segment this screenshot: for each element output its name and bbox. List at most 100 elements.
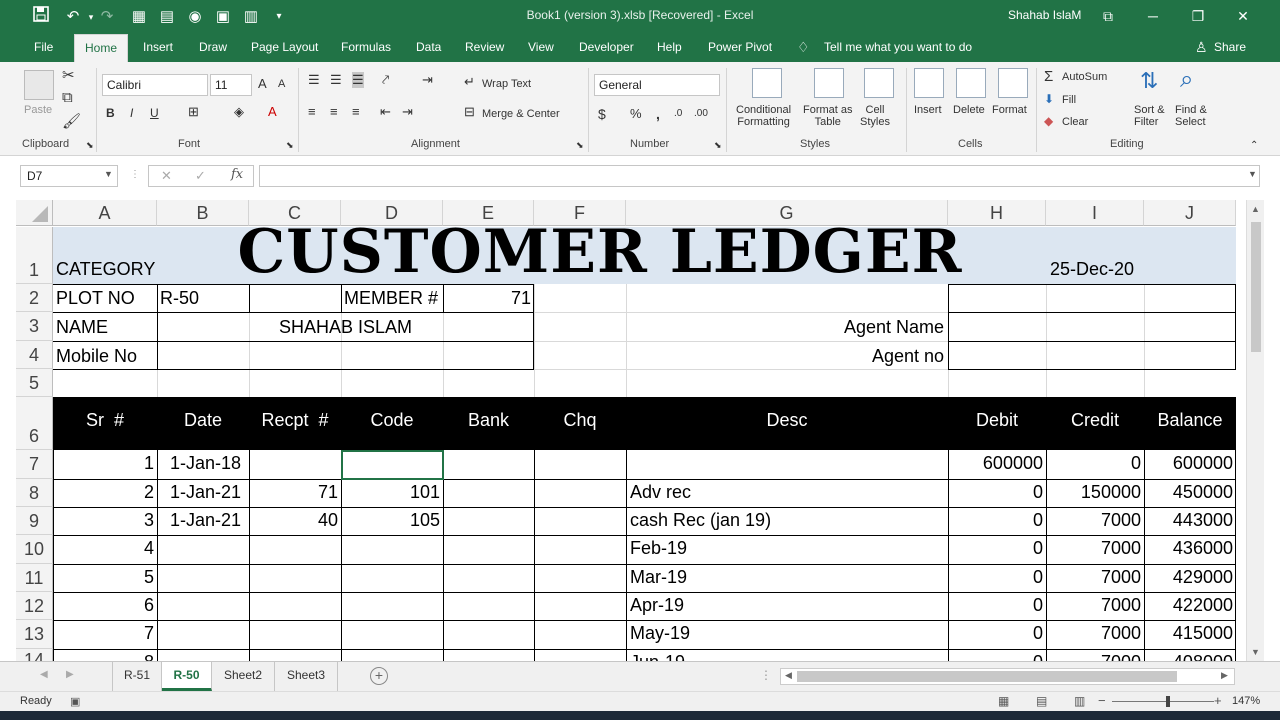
insert-cells-button[interactable]: Insert (914, 104, 942, 116)
borders-icon[interactable]: ⊞ (188, 104, 199, 120)
row-header-5[interactable]: 5 (16, 369, 53, 397)
bold-icon[interactable]: B (106, 106, 115, 120)
merge-center-button[interactable]: Merge & Center (482, 108, 560, 120)
ledger-cell-code[interactable]: 101 (341, 482, 443, 503)
tab-data[interactable]: Data (406, 34, 451, 62)
tab-view[interactable]: View (518, 34, 564, 62)
sheet-tab-r-51[interactable]: R-51 (112, 662, 162, 691)
vertical-scrollbar[interactable]: ▲ ▼ (1246, 200, 1264, 661)
worksheet-grid[interactable]: A B C D E F G H I J 1 2 3 4 5 6 7 8 9 10… (0, 198, 1280, 661)
increase-indent-icon[interactable]: ⇥ (402, 104, 413, 120)
ledger-cell-date[interactable]: 1-Jan-18 (157, 453, 249, 474)
ledger-cell-balance[interactable]: 436000 (1144, 538, 1236, 559)
format-as-table-button[interactable]: Format as Table (803, 104, 853, 128)
row-header-4[interactable]: 4 (16, 341, 53, 369)
ledger-cell-balance[interactable]: 408000 (1144, 652, 1236, 661)
ledger-cell-sr[interactable]: 3 (53, 510, 157, 531)
align-right-icon[interactable]: ≡ (352, 104, 360, 119)
decrease-indent-icon[interactable]: ⇤ (380, 104, 391, 120)
vertical-scroll-thumb[interactable] (1251, 222, 1261, 352)
ledger-cell-credit[interactable]: 150000 (1046, 482, 1144, 503)
sheet-tab-r-50[interactable]: R-50 (162, 662, 212, 691)
select-all-corner[interactable] (16, 200, 53, 226)
share-button[interactable]: Share (1214, 34, 1246, 62)
percent-icon[interactable]: % (630, 106, 642, 121)
row-header-1[interactable]: 1 (16, 227, 53, 284)
ledger-cell-credit[interactable]: 7000 (1046, 567, 1144, 588)
ledger-cell-recpt[interactable]: 40 (249, 510, 341, 531)
ledger-cell-desc[interactable]: Adv rec (626, 482, 948, 503)
ledger-cell-debit[interactable]: 0 (948, 623, 1046, 644)
ledger-cell-debit[interactable]: 600000 (948, 453, 1046, 474)
clear-button[interactable]: Clear (1062, 116, 1088, 128)
prev-sheet-icon[interactable]: ◀ (40, 669, 48, 680)
zoom-level[interactable]: 147% (1232, 695, 1260, 707)
minimize-icon[interactable]: ─ (1140, 4, 1166, 28)
row-header-12[interactable]: 12 (16, 592, 53, 620)
close-icon[interactable]: ✕ (1230, 4, 1256, 28)
ledger-cell-balance[interactable]: 600000 (1144, 453, 1236, 474)
ledger-cell-credit[interactable]: 0 (1046, 453, 1144, 474)
zoom-slider[interactable] (1112, 701, 1214, 702)
restore-icon[interactable]: ❐ (1185, 4, 1211, 28)
row-header-3[interactable]: 3 (16, 312, 53, 341)
fill-color-icon[interactable]: ◈ (234, 104, 244, 120)
comma-style-icon[interactable]: , (656, 106, 660, 122)
row-header-9[interactable]: 9 (16, 507, 53, 535)
row-header-7[interactable]: 7 (16, 450, 53, 479)
col-header-a[interactable]: A (53, 200, 157, 226)
underline-icon[interactable]: U (150, 106, 159, 120)
tab-insert[interactable]: Insert (133, 34, 183, 62)
wrap-text-button[interactable]: Wrap Text (482, 78, 531, 90)
ledger-cell-debit[interactable]: 0 (948, 538, 1046, 559)
italic-icon[interactable]: I (130, 106, 133, 120)
paste-icon[interactable] (24, 70, 54, 100)
plot-no-value[interactable]: R-50 (160, 288, 199, 309)
conditional-formatting-button[interactable]: Conditional Formatting (736, 104, 791, 128)
format-painter-icon[interactable]: 🖌 (62, 112, 81, 130)
ledger-cell-balance[interactable]: 429000 (1144, 567, 1236, 588)
font-name-select[interactable]: Calibri (102, 74, 208, 96)
user-name[interactable]: Shahab IslaM (1008, 8, 1081, 22)
font-size-select[interactable]: 11 (210, 74, 252, 96)
selected-cell-d7[interactable] (341, 450, 444, 480)
align-left-icon[interactable]: ≡ (308, 104, 316, 119)
row-header-10[interactable]: 10 (16, 535, 53, 564)
tab-home[interactable]: Home (74, 34, 129, 62)
ledger-cell-sr[interactable]: 8 (53, 652, 157, 661)
sort-filter-button[interactable]: Sort & Filter (1134, 104, 1165, 128)
member-value[interactable]: 71 (446, 288, 531, 309)
bottom-align-icon[interactable]: ☰ (352, 72, 364, 88)
row-header-13[interactable]: 13 (16, 620, 53, 649)
name-box-dropdown-icon[interactable]: ▼ (104, 169, 113, 179)
ledger-cell-credit[interactable]: 7000 (1046, 595, 1144, 616)
ledger-cell-desc[interactable]: May-19 (626, 623, 948, 644)
clipboard-launcher-icon[interactable]: ⬊ (86, 140, 94, 151)
row-header-6[interactable]: 6 (16, 397, 53, 450)
ledger-cell-date[interactable]: 1-Jan-21 (157, 510, 249, 531)
paste-button[interactable]: Paste (24, 104, 52, 116)
ledger-cell-desc[interactable]: Apr-19 (626, 595, 948, 616)
ledger-cell-debit[interactable]: 0 (948, 510, 1046, 531)
ledger-cell-credit[interactable]: 7000 (1046, 510, 1144, 531)
cancel-icon[interactable]: ✕ (161, 168, 172, 184)
ledger-cell-debit[interactable]: 0 (948, 567, 1046, 588)
row-header-2[interactable]: 2 (16, 284, 53, 312)
ribbon-display-icon[interactable]: ⧉ (1095, 4, 1121, 28)
font-launcher-icon[interactable]: ⬊ (286, 140, 294, 151)
sheet-tab-sheet2[interactable]: Sheet2 (212, 662, 275, 691)
ledger-cell-sr[interactable]: 4 (53, 538, 157, 559)
ledger-cell-recpt[interactable]: 71 (249, 482, 341, 503)
page-break-view-icon[interactable]: ▥ (1074, 694, 1085, 708)
tab-help[interactable]: Help (647, 34, 692, 62)
collapse-ribbon-icon[interactable]: ⌃ (1250, 140, 1258, 151)
cut-icon[interactable]: ✂ (62, 66, 75, 84)
zoom-in-icon[interactable]: + (1214, 693, 1222, 708)
normal-view-icon[interactable]: ▦ (998, 694, 1009, 708)
increase-font-icon[interactable]: A (258, 76, 267, 91)
increase-decimal-icon[interactable]: .0 (674, 108, 682, 119)
ledger-cell-balance[interactable]: 443000 (1144, 510, 1236, 531)
copy-icon[interactable]: ⧉ (62, 89, 73, 106)
page-layout-view-icon[interactable]: ▤ (1036, 694, 1047, 708)
horizontal-scroll-thumb[interactable] (797, 671, 1177, 682)
